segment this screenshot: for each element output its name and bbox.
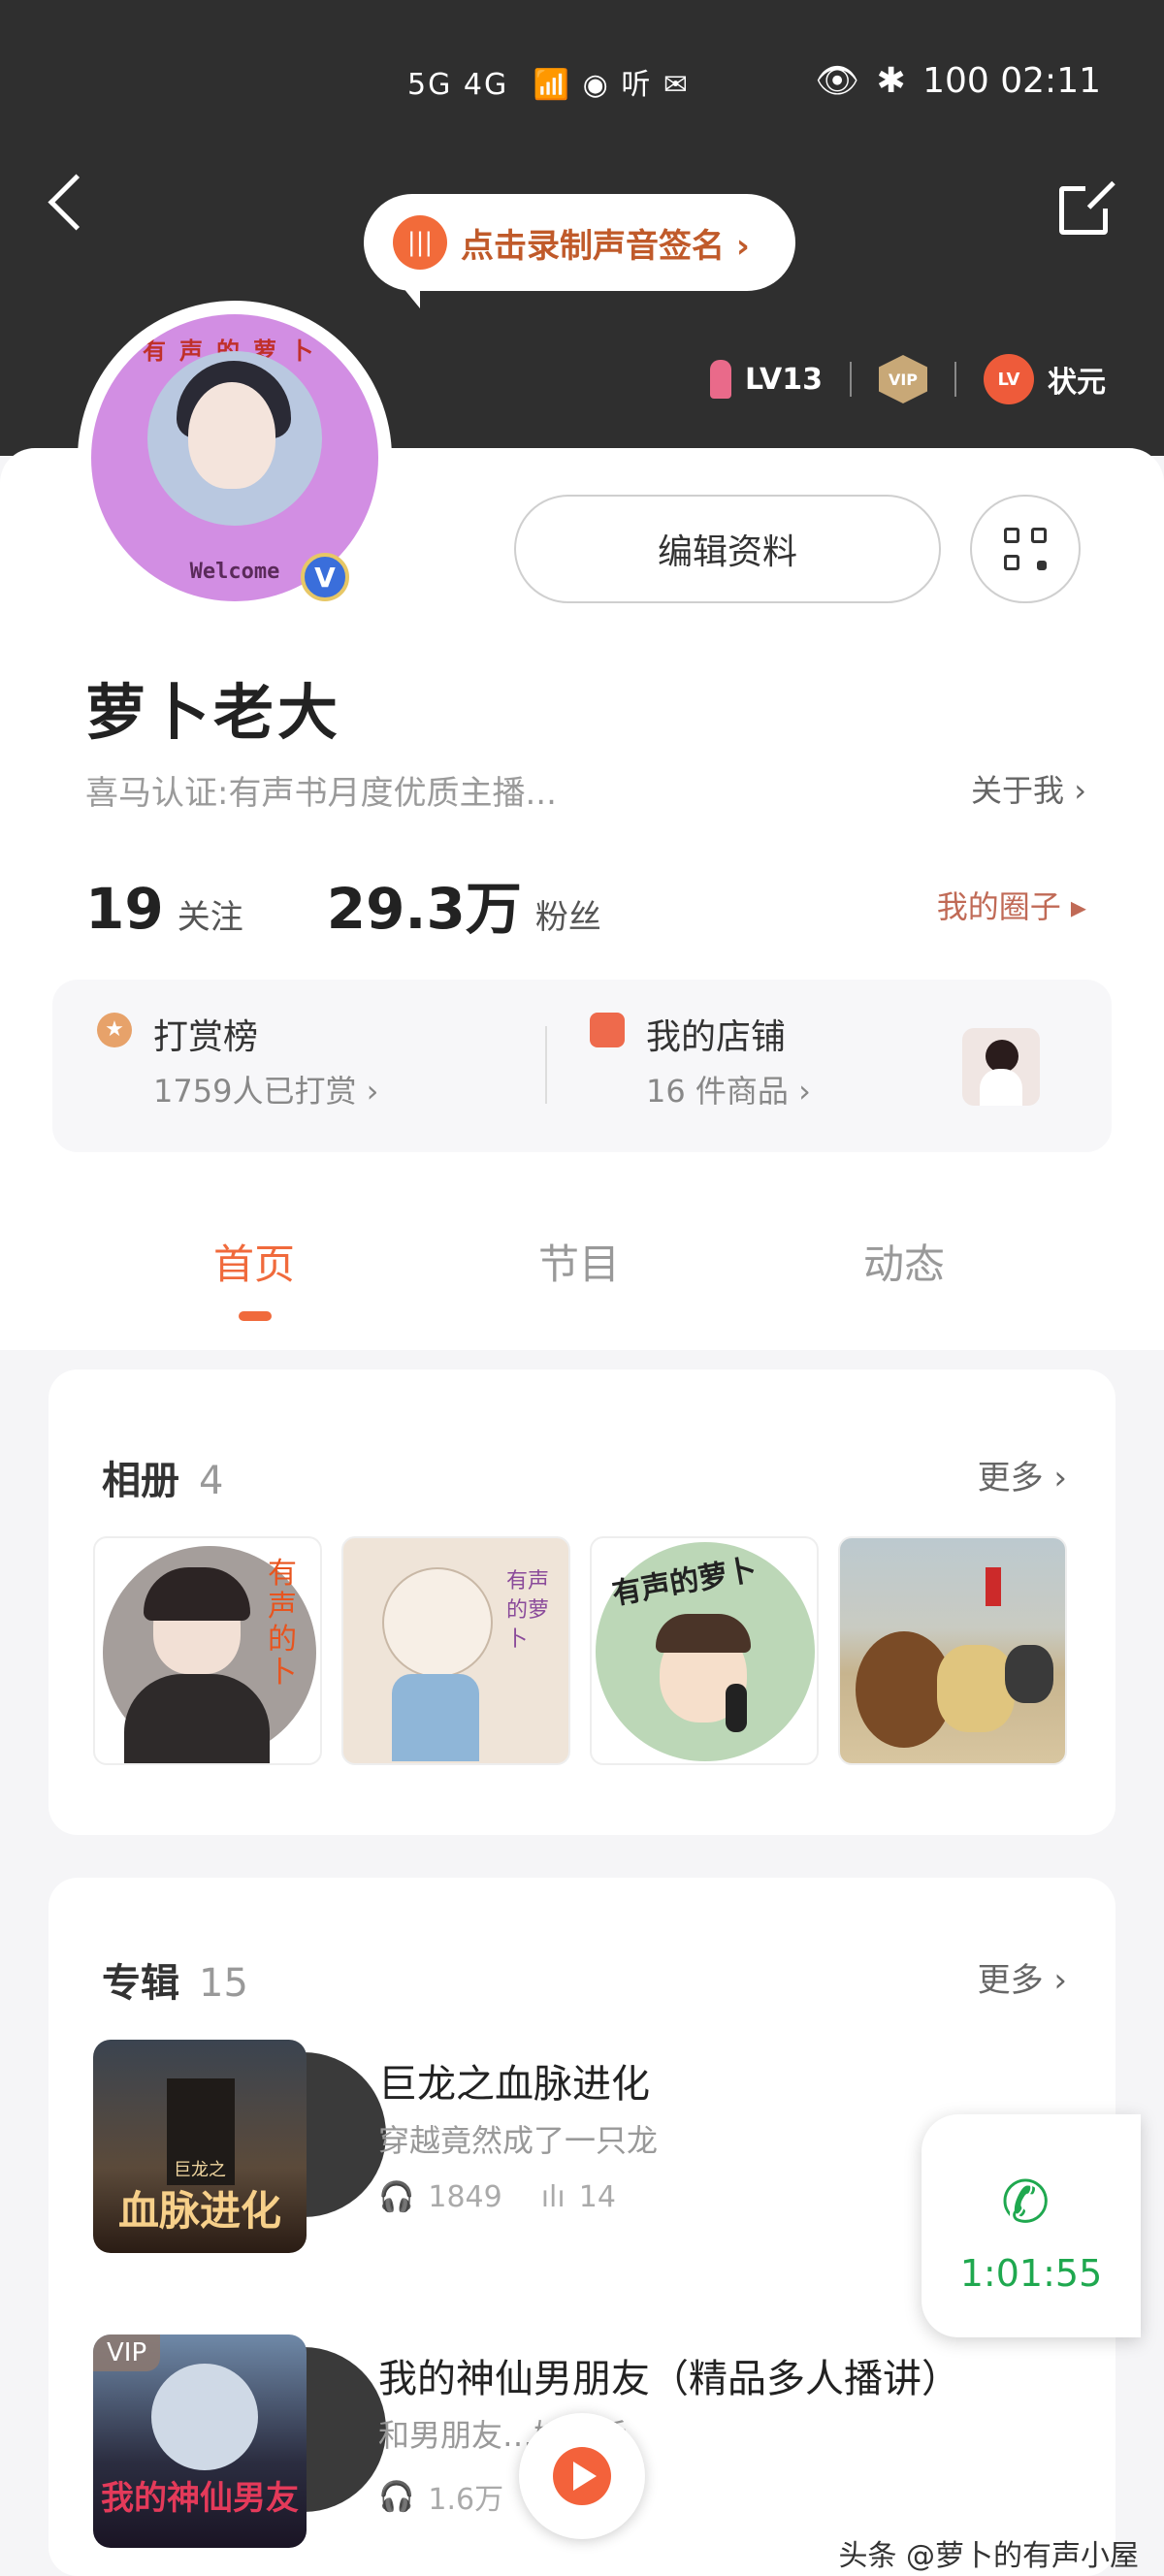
album-1-cover[interactable]: 巨龙之 血脉进化: [93, 2040, 307, 2253]
my-circle-link[interactable]: 我的圈子 ▸: [937, 883, 1086, 927]
headphones-icon: 🎧: [378, 2479, 415, 2514]
reward-ranking-entry[interactable]: ★ 打赏榜 1759人已打赏 ›: [97, 1009, 378, 1111]
photo-1-text: 有声的卜: [268, 1557, 297, 1690]
call-duration: 1:01:55: [959, 2252, 1103, 2295]
user-badges: LV13 VIP LV 状元: [710, 354, 1106, 404]
qr-code-button[interactable]: [970, 495, 1081, 603]
album-2-title[interactable]: 我的神仙男朋友（精品多人播讲）: [378, 2347, 960, 2403]
vip-badge-icon[interactable]: VIP: [879, 355, 927, 403]
following-count[interactable]: 19: [85, 876, 164, 942]
active-tab-indicator: [239, 1311, 272, 1321]
signal-indicator: 5G 4G 📶 ◉ 听 ✉: [407, 68, 691, 102]
fans-label[interactable]: 粉丝: [535, 890, 601, 938]
headphones-icon: 🎧: [378, 2180, 415, 2214]
reward-shop-panel: ★ 打赏榜 1759人已打赏 › 我的店铺 16 件商品 ›: [52, 980, 1112, 1152]
status-battery-time: 100 02:11: [922, 61, 1101, 101]
album-photo-2[interactable]: 有声的萝卜: [341, 1536, 570, 1765]
edit-profile-button[interactable]: 编辑资料: [514, 495, 941, 603]
album-1-episodes: 14: [578, 2180, 616, 2214]
phone-icon: ✆: [1001, 2169, 1051, 2237]
user-name: 萝卜老大: [85, 677, 342, 748]
photo-album-more-link[interactable]: 更多 ›: [978, 1451, 1067, 1498]
my-shop-entry[interactable]: 我的店铺 16 件商品 ›: [590, 1009, 811, 1111]
eye-icon: 👁: [815, 61, 860, 101]
record-voice-signature-button[interactable]: ||| 点击录制声音签名 ›: [364, 194, 795, 308]
level-badge[interactable]: LV13: [745, 363, 823, 397]
album-photo-4[interactable]: [838, 1536, 1067, 1765]
shop-title: 我的店铺: [646, 1017, 787, 1057]
album-1-subtitle: 穿越竟然成了一只龙: [378, 2122, 659, 2159]
album-photo-1[interactable]: 有声的卜: [93, 1536, 322, 1765]
album-1-title[interactable]: 巨龙之血脉进化: [378, 2052, 650, 2109]
avatar-face: [188, 382, 275, 489]
album-2-vip-badge: VIP: [93, 2334, 161, 2371]
photo-2-text: 有声的萝卜: [506, 1569, 550, 1652]
play-icon: [553, 2447, 611, 2505]
star-icon: ★: [97, 1013, 132, 1047]
sound-wave-icon: |||: [393, 215, 447, 270]
album-2-plays: 1.6万: [428, 2483, 504, 2517]
status-bar-right: 👁 ✱ 100 02:11: [815, 60, 1101, 101]
album-1-meta: 🎧 1849 ılı 14: [378, 2180, 616, 2214]
shop-subtitle: 16 件商品 ›: [646, 1073, 811, 1110]
album-photo-3[interactable]: 有声的萝卜: [590, 1536, 819, 1765]
albums-title: 专辑 15: [102, 1961, 248, 2006]
album-2-meta: 🎧 1.6万: [378, 2475, 503, 2518]
reward-subtitle: 1759人已打赏 ›: [153, 1073, 379, 1110]
album-1-cover-text: 血脉进化: [117, 2187, 281, 2235]
reward-title: 打赏榜: [153, 1017, 259, 1057]
rank-badge-icon: LV: [984, 354, 1034, 404]
qr-code-icon: [1004, 528, 1047, 570]
episodes-icon: ılı: [540, 2180, 566, 2214]
shop-icon: [590, 1013, 625, 1047]
album-1-plays: 1849: [428, 2180, 502, 2214]
tab-home[interactable]: 首页: [213, 1232, 295, 1291]
albums-count: 15: [199, 1961, 248, 2006]
tab-activity[interactable]: 动态: [863, 1232, 945, 1291]
mini-player-button[interactable]: [519, 2413, 645, 2539]
verified-icon: V: [301, 553, 349, 601]
watermark: 头条 @萝卜的有声小屋: [838, 2539, 1139, 2573]
rank-label[interactable]: 状元: [1048, 358, 1106, 401]
badge-divider: [954, 362, 956, 397]
photo-album-title: 相册 4: [102, 1459, 224, 1503]
following-label[interactable]: 关注: [178, 890, 243, 938]
badge-divider: [850, 362, 852, 397]
about-me-link[interactable]: 关于我 ›: [971, 766, 1086, 811]
certification-text: 喜马认证:有声书月度优质主播...: [85, 774, 557, 813]
panel-divider: [545, 1026, 547, 1104]
album-2-cover[interactable]: VIP 我的神仙男友: [93, 2334, 307, 2548]
follow-stats: 19 关注 29.3万 粉丝: [85, 863, 685, 945]
photo-album-count: 4: [199, 1459, 224, 1503]
albums-more-link[interactable]: 更多 ›: [978, 1953, 1067, 2001]
microphone-icon: [710, 360, 732, 399]
shop-thumbnail[interactable]: [962, 1028, 1040, 1106]
fans-count[interactable]: 29.3万: [327, 863, 522, 945]
photo-album-section: 相册 4 更多 › 有声的卜 有声的萝卜 有声的萝卜: [48, 1369, 1116, 1835]
tab-programs[interactable]: 节目: [538, 1232, 620, 1291]
call-in-progress-widget[interactable]: ✆ 1:01:55: [922, 2114, 1141, 2337]
bluetooth-icon: ✱: [876, 61, 906, 101]
record-voice-signature-label: 点击录制声音签名 ›: [461, 226, 750, 266]
album-2-cover-text: 我的神仙男友: [101, 2479, 299, 2518]
